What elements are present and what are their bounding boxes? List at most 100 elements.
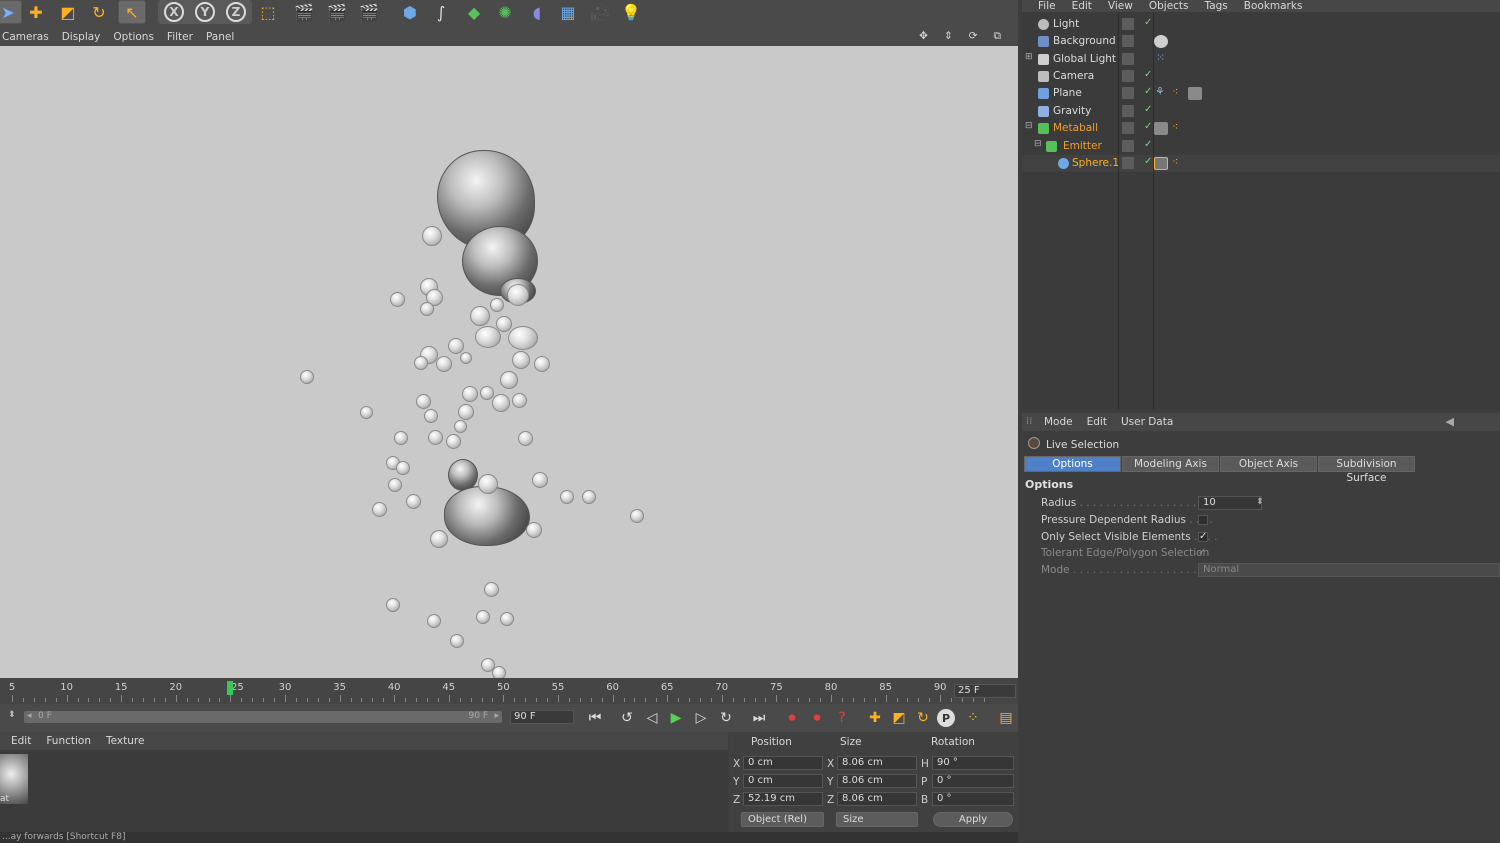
menu-edit[interactable]: Edit [1072, 0, 1092, 12]
go-to-next-key-icon[interactable]: ↻ [715, 707, 737, 729]
end-frame-field[interactable]: 90 F [510, 710, 574, 724]
nurbs-icon[interactable]: ◆ [460, 0, 488, 24]
position-x-field[interactable]: 0 cm [743, 756, 823, 770]
object-row-global-light[interactable]: ⊞ Global Light ⁙ [1022, 51, 1500, 68]
render-picture-icon[interactable]: 🎬 [323, 0, 351, 24]
rotation-p-field[interactable]: 0 ° [932, 774, 1014, 788]
move-icon[interactable]: ✚ [22, 0, 50, 24]
menu-tags[interactable]: Tags [1205, 0, 1228, 12]
position-z-field[interactable]: 52.19 cm [743, 792, 823, 806]
mograph-icon[interactable]: ✺ [491, 0, 519, 24]
key-parameter-icon[interactable]: P [937, 709, 955, 727]
deformer-icon[interactable]: ◖ [523, 0, 551, 24]
size-x-field[interactable]: 8.06 cm [837, 756, 917, 770]
size-mode-select[interactable]: Size [836, 812, 918, 827]
orbit-icon[interactable]: ⟳ [969, 30, 978, 43]
layer-flag[interactable] [1122, 140, 1134, 152]
material-tag-icon[interactable] [1188, 87, 1202, 100]
layer-flag[interactable] [1122, 53, 1134, 65]
apply-button[interactable]: Apply [933, 812, 1013, 827]
layer-flag[interactable] [1122, 18, 1134, 30]
menu-edit[interactable]: Edit [11, 735, 31, 747]
xpresso-tag-icon[interactable]: ⁙ [1156, 51, 1170, 64]
autokeying-icon[interactable]: ⏺ [806, 707, 828, 729]
object-row-sphere-1[interactable]: Sphere.1 ✓ ⁖ [1022, 155, 1500, 172]
object-row-plane[interactable]: Plane ✓ ⚘ ⁖ [1022, 85, 1500, 102]
previous-frame-icon[interactable]: ◁ [641, 707, 663, 729]
live-selection-icon[interactable]: ➤ [0, 0, 22, 24]
expand-icon[interactable]: ⊞ [1025, 52, 1033, 62]
collapse-icon[interactable]: ⊟ [1025, 121, 1033, 131]
key-point-level-icon[interactable]: ⁘ [962, 707, 984, 729]
object-row-gravity[interactable]: Gravity ✓ [1022, 103, 1500, 120]
go-to-end-icon[interactable]: ⏭ [748, 707, 770, 729]
layer-flag[interactable] [1122, 87, 1134, 99]
object-row-metaball[interactable]: ⊟ Metaball ✓ ⁖ [1022, 120, 1500, 137]
select-icon[interactable]: ↖ [118, 0, 146, 24]
size-y-field[interactable]: 8.06 cm [837, 774, 917, 788]
enabled-check[interactable]: ✓ [1144, 69, 1152, 80]
timeline-ruler[interactable]: 5 10 15 20 25 30 35 40 45 50 55 60 65 70 75 80 85 90 25 F [0, 678, 1018, 704]
menu-mode[interactable]: Mode [1044, 416, 1073, 428]
object-row-light[interactable]: Light ✓ [1022, 16, 1500, 33]
material-tag-icon[interactable] [1154, 35, 1168, 48]
pressure-checkbox[interactable] [1198, 515, 1208, 525]
enabled-check[interactable]: ✓ [1144, 17, 1152, 28]
tab-options[interactable]: Options [1024, 456, 1121, 472]
coordinate-mode-select[interactable]: Object (Rel) [741, 812, 824, 827]
rotation-b-field[interactable]: 0 ° [932, 792, 1014, 806]
enabled-check[interactable]: ✓ [1144, 104, 1152, 115]
menu-file[interactable]: File [1038, 0, 1056, 12]
3d-viewport[interactable] [0, 46, 1018, 678]
layer-flag[interactable] [1122, 35, 1134, 47]
menu-objects[interactable]: Objects [1149, 0, 1189, 12]
menu-bookmarks[interactable]: Bookmarks [1244, 0, 1303, 12]
menu-view[interactable]: View [1108, 0, 1133, 12]
play-forwards-icon[interactable]: ▶ [665, 707, 687, 729]
object-row-camera[interactable]: Camera ✓ [1022, 68, 1500, 85]
tolerant-checkbox[interactable]: ✓ [1198, 547, 1206, 558]
key-position-icon[interactable]: ✚ [864, 707, 886, 729]
mode-select[interactable]: Normal [1198, 563, 1500, 577]
radius-input[interactable]: 10 [1198, 496, 1262, 510]
x-axis-icon[interactable]: X [160, 0, 188, 24]
menu-user-data[interactable]: User Data [1121, 416, 1173, 428]
range-start-stepper[interactable]: ⬍ [8, 710, 16, 720]
go-to-previous-key-icon[interactable]: ↺ [616, 707, 638, 729]
tab-object-axis[interactable]: Object Axis [1220, 456, 1317, 472]
y-axis-icon[interactable]: Y [191, 0, 219, 24]
object-row-emitter[interactable]: ⊟ Emitter ✓ [1022, 138, 1500, 155]
camera-icon[interactable]: 🎥 [586, 0, 614, 24]
tag-icon[interactable]: ⁖ [1172, 85, 1186, 98]
menu-options[interactable]: Options [113, 31, 154, 43]
scene-icon[interactable]: ▦ [554, 0, 582, 24]
pan-icon[interactable]: ✥ [919, 30, 928, 43]
tag-icon[interactable]: ⁖ [1172, 155, 1186, 168]
collapse-icon[interactable]: ⊟ [1034, 139, 1042, 149]
position-y-field[interactable]: 0 cm [743, 774, 823, 788]
rotate-icon[interactable]: ↻ [85, 0, 113, 24]
tab-subdivision-surface[interactable]: Subdivision Surface [1318, 456, 1415, 484]
dolly-icon[interactable]: ⇕ [944, 30, 953, 43]
next-frame-icon[interactable]: ▷ [690, 707, 712, 729]
material-tag-icon[interactable] [1154, 122, 1168, 135]
menu-function[interactable]: Function [46, 735, 91, 747]
playhead[interactable] [227, 681, 233, 695]
record-active-objects-icon[interactable]: ⏺ [781, 707, 803, 729]
tag-icon[interactable]: ⁖ [1172, 120, 1186, 133]
menu-edit[interactable]: Edit [1087, 416, 1107, 428]
preview-range-slider[interactable]: ◂ 0 F 90 F ▸ [24, 711, 502, 723]
key-scale-icon[interactable]: ◩ [888, 707, 910, 729]
back-arrow-icon[interactable]: ◀ [1446, 415, 1454, 428]
z-axis-icon[interactable]: Z [222, 0, 250, 24]
layer-flag[interactable] [1122, 70, 1134, 82]
tab-modeling-axis[interactable]: Modeling Axis [1122, 456, 1219, 472]
object-row-background[interactable]: Background [1022, 33, 1500, 50]
current-frame-field[interactable]: 25 F [954, 684, 1016, 698]
material-tag-icon[interactable] [1154, 157, 1168, 170]
menu-display[interactable]: Display [62, 31, 101, 43]
menu-panel[interactable]: Panel [206, 31, 234, 43]
maximize-icon[interactable]: ⧉ [994, 30, 1002, 43]
enabled-check[interactable]: ✓ [1144, 139, 1152, 150]
enabled-check[interactable]: ✓ [1144, 86, 1152, 97]
